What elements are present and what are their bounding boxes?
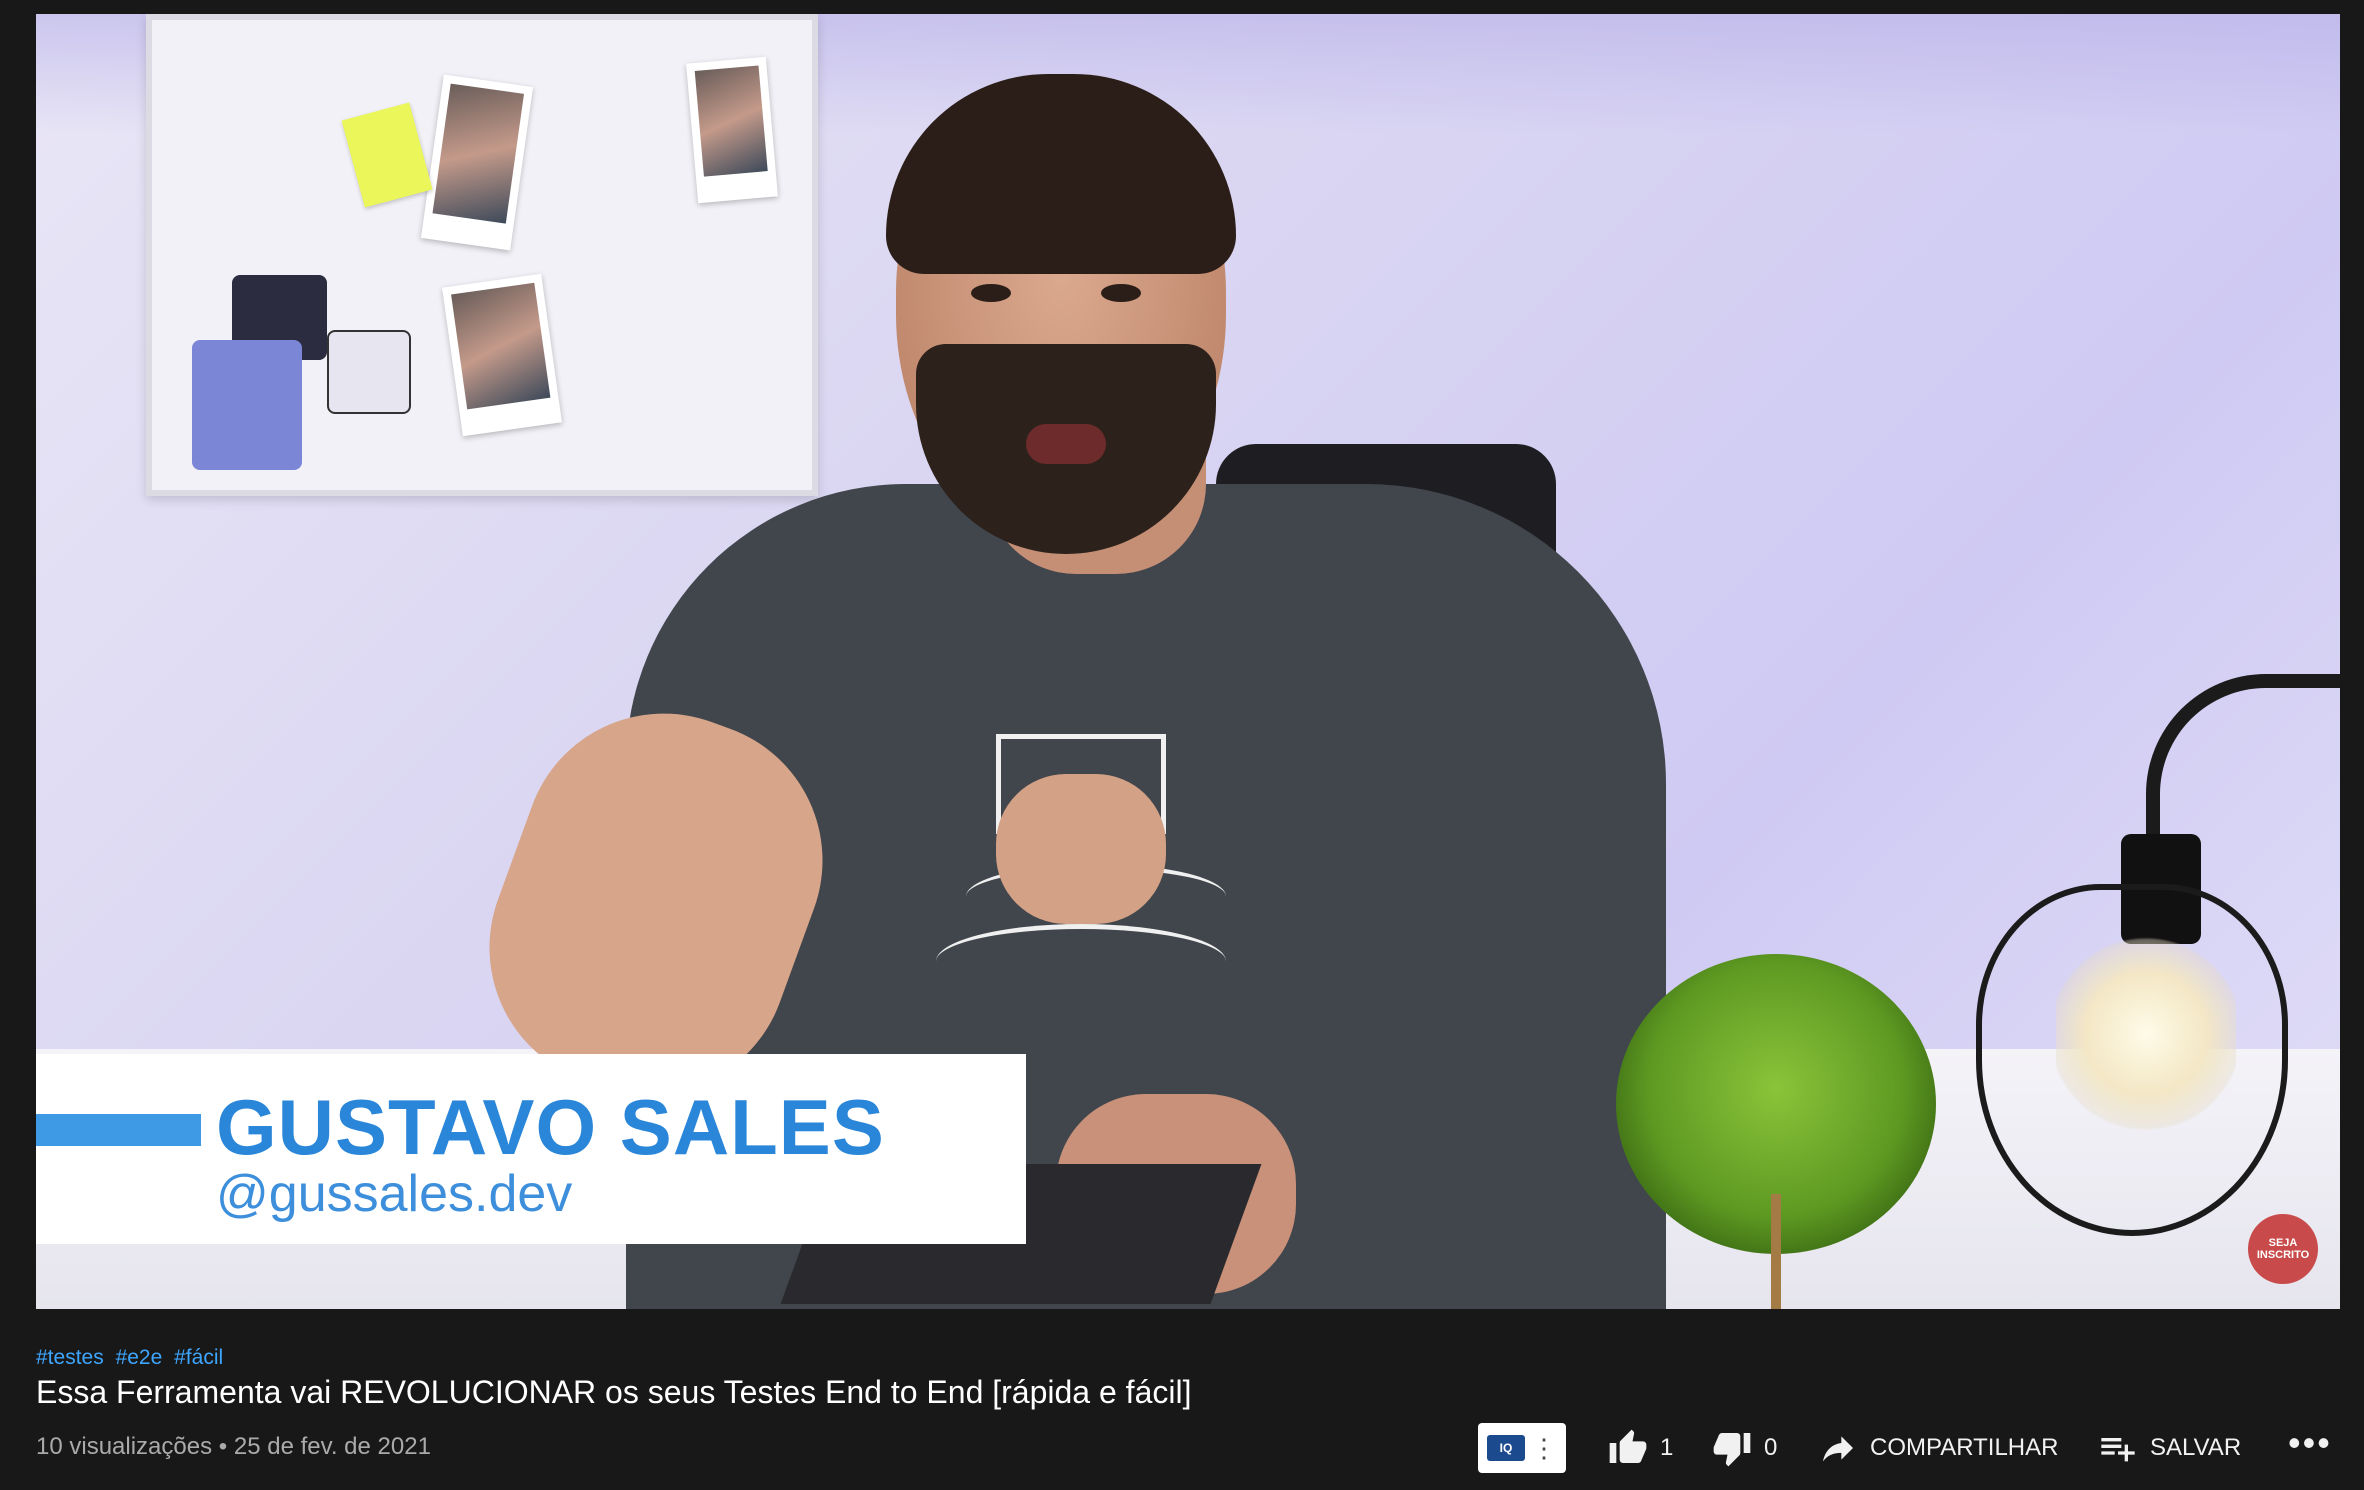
save-button[interactable]: SALVAR [2098,1428,2241,1468]
lower-third-accent-bar [36,1114,201,1146]
like-count: 1 [1660,1434,1674,1461]
share-arrow-icon [1823,1436,1853,1462]
dislike-count: 0 [1764,1434,1778,1461]
light-bulb [2056,934,2236,1134]
thumb-up-icon [1609,1429,1647,1463]
sticky-note [341,102,433,208]
subscribe-watermark[interactable]: SEJA INSCRITO [2248,1214,2318,1284]
lower-third-name: GUSTAVO SALES [216,1083,885,1171]
share-button[interactable]: COMPARTILHAR [1818,1428,2058,1468]
code-sticker [192,340,302,470]
thumb-down-icon [1713,1433,1751,1467]
save-label: SALVAR [2150,1434,2242,1461]
polaroid-photo [442,273,562,437]
video-actions: IQ ⋮ 1 0 COMPARTILHAR SALVAR ••• [1478,1418,2338,1478]
view-count: 10 visualizações [36,1433,213,1460]
polaroid-photo [686,56,778,204]
shirt-wave [936,924,1226,999]
share-label: COMPARTILHAR [1870,1434,2059,1461]
person-hand [996,774,1166,924]
video-title: Essa Ferramenta vai REVOLUCIONAR os seus… [36,1374,1192,1410]
video-meta: 10 visualizações • 25 de fev. de 2021 [36,1433,431,1461]
playlist-add-icon [2101,1438,2135,1462]
person-eye [1101,284,1141,302]
lower-third-banner: GUSTAVO SALES @gussales.dev [36,1054,1026,1244]
whiteboard [146,14,818,496]
person-eye [971,284,1011,302]
polaroid-photo [420,74,534,251]
css-sticker [327,330,411,414]
hashtag-link[interactable]: #testes [36,1346,104,1369]
dislike-button[interactable]: 0 [1712,1428,1777,1468]
hashtag-link[interactable]: #fácil [174,1346,223,1369]
like-button[interactable]: 1 [1608,1428,1673,1468]
hashtag-link[interactable]: #e2e [116,1346,163,1369]
vertical-dots-icon: ⋮ [1531,1433,1557,1463]
upload-date: 25 de fev. de 2021 [233,1433,431,1460]
extension-button[interactable]: IQ ⋮ [1478,1423,1566,1473]
person-mouth [1026,424,1106,464]
more-horizontal-icon[interactable]: ••• [2288,1422,2332,1464]
video-player[interactable]: GUSTAVO SALES @gussales.dev SEJA INSCRIT… [36,14,2340,1309]
extension-logo-icon: IQ [1487,1435,1525,1461]
plant-stem [1771,1194,1781,1309]
lower-third-handle: @gussales.dev [216,1165,573,1223]
meta-separator: • [218,1433,228,1460]
hashtag-list: #testes #e2e #fácil [36,1346,229,1370]
